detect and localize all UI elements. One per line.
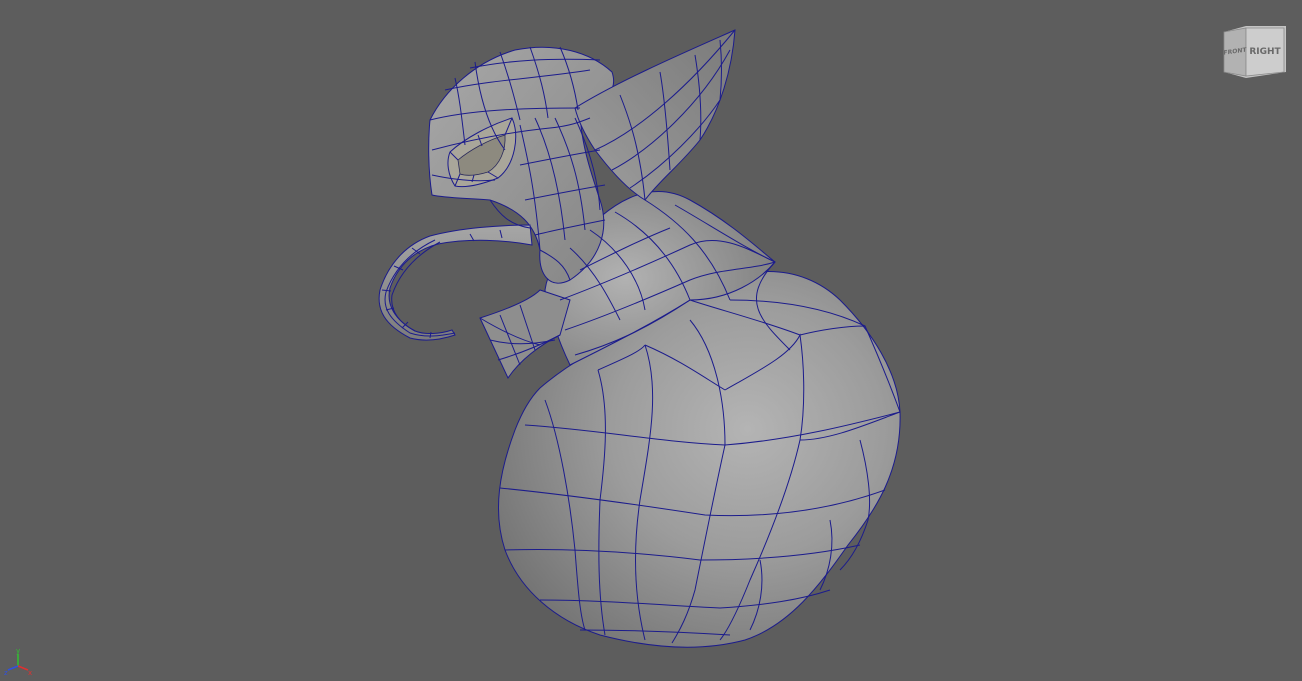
z-axis-line: [7, 665, 19, 671]
x-axis-label: x: [28, 669, 32, 676]
ear-shell: [574, 29, 736, 201]
arm-shell: [479, 289, 571, 380]
y-axis-label: y: [16, 648, 20, 655]
3d-viewport[interactable]: FRONT RIGHT y z x: [0, 0, 1302, 681]
x-axis-line: [17, 665, 29, 671]
view-cube-right-label: RIGHT: [1249, 47, 1281, 57]
z-axis-label: z: [4, 669, 8, 676]
view-cube[interactable]: FRONT RIGHT: [1222, 26, 1286, 78]
creature-mesh[interactable]: [0, 0, 1302, 681]
axis-gizmo: y z x: [4, 648, 32, 676]
